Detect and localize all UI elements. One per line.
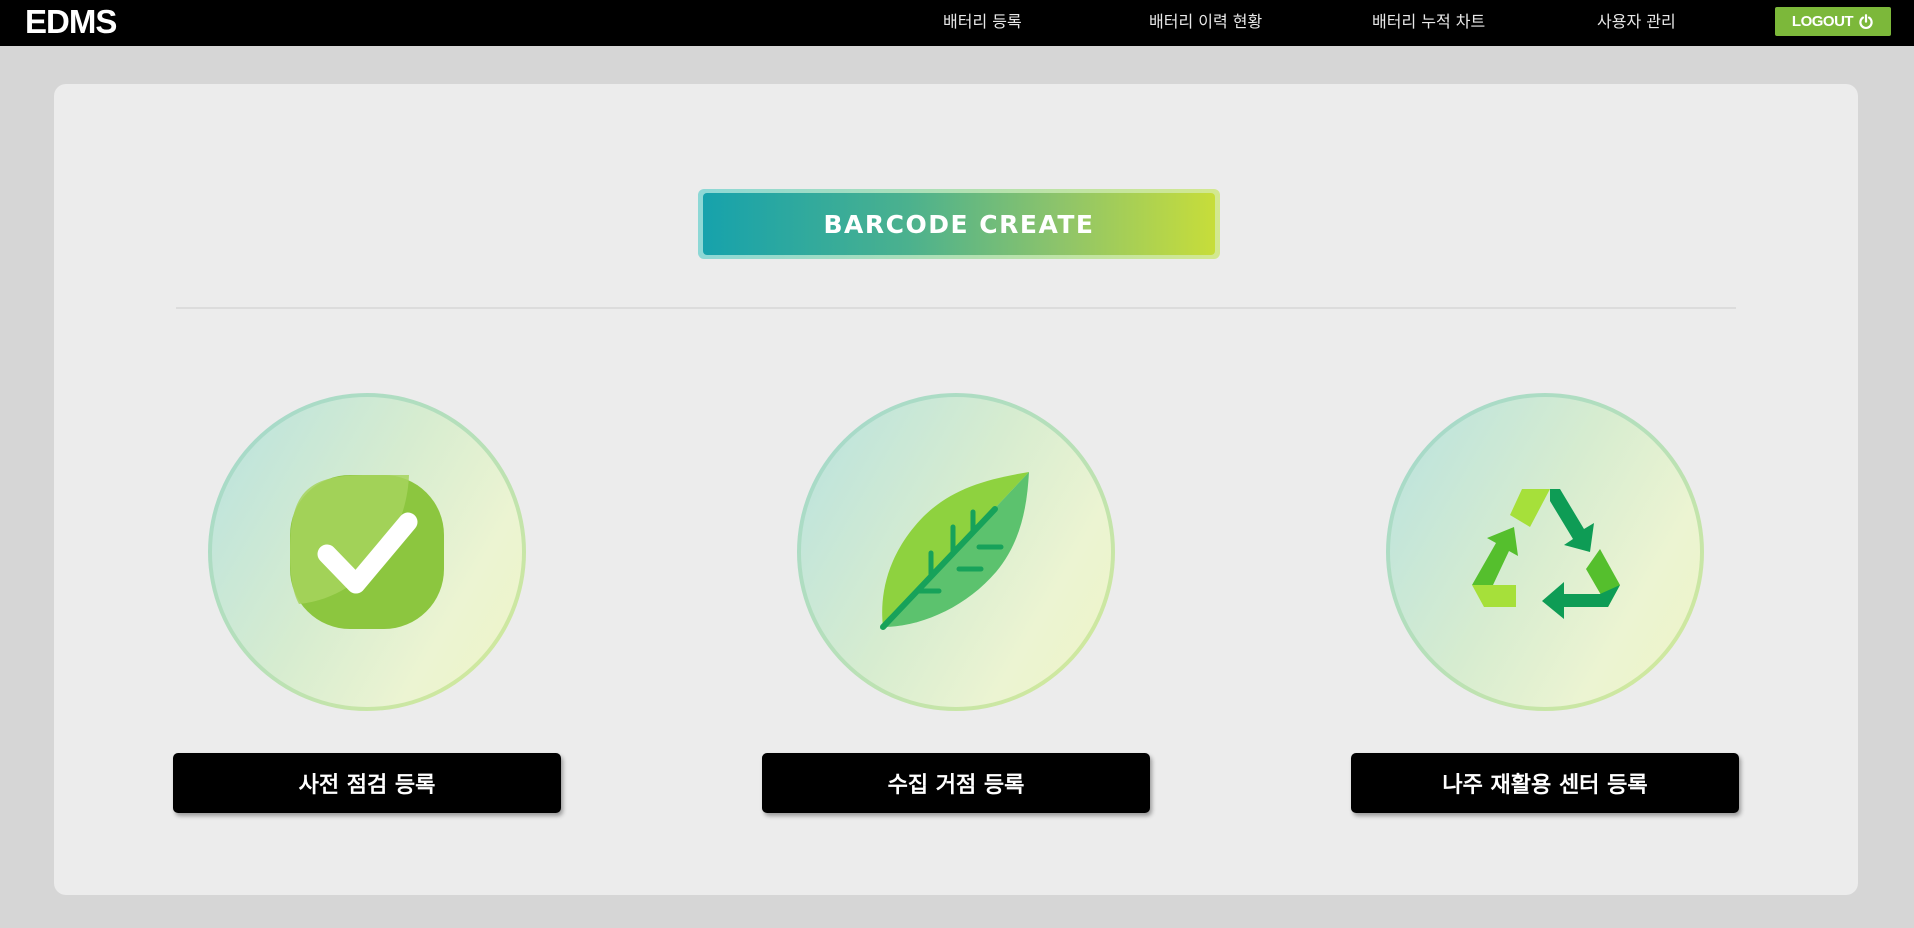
icon-circle[interactable] — [797, 393, 1115, 711]
nav-battery-history[interactable]: 배터리 이력 현황 — [1149, 0, 1262, 44]
card-recycling-center: 나주 재활용 센터 등록 — [1351, 393, 1739, 813]
icon-circle[interactable] — [1386, 393, 1704, 711]
app-logo[interactable]: EDMS — [25, 3, 117, 41]
nav-user-management[interactable]: 사용자 관리 — [1597, 0, 1676, 44]
section-divider — [176, 307, 1736, 309]
top-navbar: EDMS 배터리 등록 배터리 이력 현황 배터리 누적 차트 사용자 관리 L… — [0, 0, 1914, 46]
main-panel: BARCODE CREATE 사전 점검 등록 수집 거점 등록 나주 재활용 … — [54, 84, 1858, 895]
collection-point-register-button[interactable]: 수집 거점 등록 — [762, 753, 1150, 813]
card-collection-point: 수집 거점 등록 — [762, 393, 1150, 813]
barcode-create-frame: BARCODE CREATE — [698, 189, 1220, 259]
card-pre-inspection: 사전 점검 등록 — [173, 393, 561, 813]
check-icon — [290, 475, 444, 629]
power-icon — [1858, 13, 1874, 30]
leaf-icon — [880, 472, 1029, 630]
pre-inspection-register-button[interactable]: 사전 점검 등록 — [173, 753, 561, 813]
recycle-icon — [1472, 489, 1620, 619]
nav-battery-chart[interactable]: 배터리 누적 차트 — [1372, 0, 1485, 44]
recycling-center-register-button[interactable]: 나주 재활용 센터 등록 — [1351, 753, 1739, 813]
logout-label: LOGOUT — [1791, 13, 1854, 30]
barcode-create-button[interactable]: BARCODE CREATE — [703, 193, 1215, 255]
logout-button[interactable]: LOGOUT — [1775, 7, 1891, 36]
icon-circle[interactable] — [208, 393, 526, 711]
nav-battery-register[interactable]: 배터리 등록 — [943, 0, 1022, 44]
